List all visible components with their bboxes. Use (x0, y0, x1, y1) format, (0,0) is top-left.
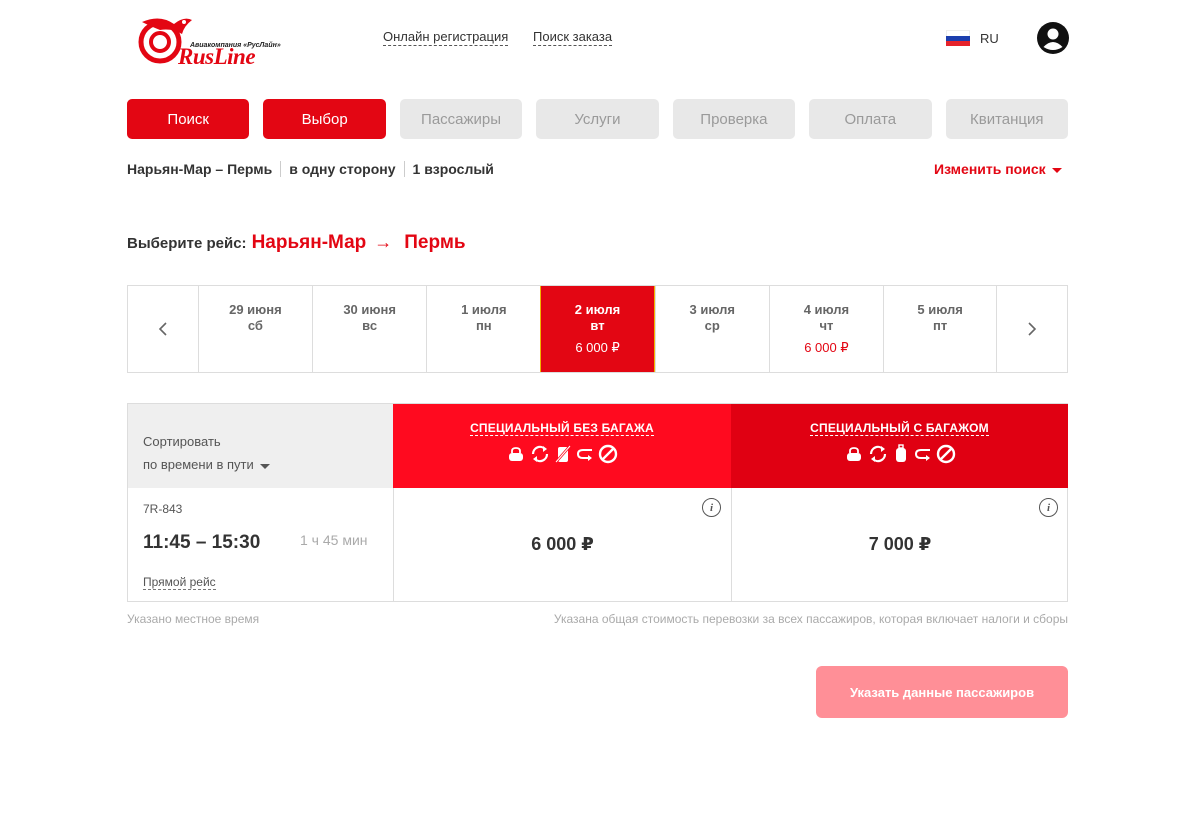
russia-flag-icon (946, 30, 970, 46)
change-search-button[interactable]: Изменить поиск (934, 161, 1062, 177)
fare-conditions (844, 444, 956, 464)
date-carousel: 29 июня сб 30 июня вс 1 июля пн 2 июля в… (127, 285, 1068, 373)
sort-panel: Сортировать по времени в пути (128, 404, 393, 488)
fare-title: СПЕЦИАЛЬНЫЙ БЕЗ БАГАЖА (470, 421, 654, 436)
step-payment[interactable]: Оплата (809, 99, 932, 139)
flight-number: 7R-843 (143, 502, 183, 516)
language-selector[interactable]: RU (946, 30, 999, 46)
prohibited-icon (598, 444, 618, 464)
enter-passenger-data-button[interactable]: Указать данные пассажиров (816, 666, 1068, 718)
fare-header-with-baggage[interactable]: СПЕЦИАЛЬНЫЙ С БАГАЖОМ (731, 404, 1068, 488)
date-option[interactable]: 29 июня сб (197, 286, 312, 372)
no-baggage-icon (555, 445, 571, 463)
date-option[interactable]: 5 июля пт (883, 286, 998, 372)
date-label: 2 июля (574, 302, 621, 317)
chevron-down-icon (259, 463, 270, 469)
change-search-label: Изменить поиск (934, 161, 1046, 177)
summary-separator (403, 161, 405, 177)
next-dates-button[interactable] (997, 286, 1067, 372)
select-flight-heading: Выберите рейс: Нарьян-Мар → Пермь (127, 232, 466, 254)
fare-amount: 6 000 ₽ (531, 534, 594, 554)
weekday-label: пт (933, 318, 948, 333)
refund-icon (914, 449, 930, 461)
logo-wordmark: RusLine (178, 44, 256, 69)
weekday-label: чт (819, 318, 834, 333)
date-option-selected[interactable]: 2 июля вт 6 000 ₽ (540, 286, 655, 372)
exchange-icon (531, 445, 549, 463)
chevron-left-icon (158, 322, 167, 336)
weekday-label: пн (475, 318, 492, 333)
step-select[interactable]: Выбор (263, 99, 386, 139)
search-summary: Нарьян-Мар – Пермь в одну сторону 1 взро… (127, 161, 494, 177)
date-price: 6 000 ₽ (575, 340, 620, 355)
flight-info: 7R-843 11:45 – 15:30 1 ч 45 мин Прямой р… (128, 488, 393, 601)
select-flight-label: Выберите рейс: (127, 235, 247, 252)
flight-times: 11:45 – 15:30 (143, 532, 261, 553)
fare-price-no-baggage[interactable]: i 6 000 ₽ (393, 488, 731, 601)
info-icon[interactable]: i (702, 498, 721, 517)
fare-title: СПЕЦИАЛЬНЫЙ С БАГАЖОМ (810, 421, 989, 436)
refund-icon (576, 449, 592, 461)
summary-trip-type: в одну сторону (289, 161, 396, 177)
hand-bag-icon (509, 447, 523, 461)
date-option[interactable]: 1 июля пн (426, 286, 540, 372)
step-passengers[interactable]: Пассажиры (399, 99, 523, 139)
step-services[interactable]: Услуги (536, 99, 659, 139)
fares-table: Сортировать по времени в пути СПЕЦИАЛЬНЫ… (127, 403, 1068, 602)
weekday-label: ср (704, 318, 720, 333)
price-note: Указана общая стоимость перевозки за все… (553, 612, 1068, 626)
hand-bag-icon (846, 447, 861, 461)
summary-passengers: 1 взрослый (412, 161, 494, 177)
booking-steps: Поиск Выбор Пассажиры Услуги Проверка Оп… (127, 99, 1068, 139)
order-search-link[interactable]: Поиск заказа (533, 29, 613, 46)
summary-route: Нарьян-Мар – Пермь (127, 161, 273, 177)
rusline-logo[interactable]: Авиакомпания «РусЛайн» RusLine (138, 12, 288, 69)
date-label: 29 июня (229, 302, 282, 317)
date-option[interactable]: 30 июня вс (312, 286, 426, 372)
step-search[interactable]: Поиск (127, 99, 250, 139)
summary-separator (280, 161, 282, 177)
sort-value: по времени в пути (143, 457, 254, 472)
local-time-note: Указано местное время (127, 612, 260, 626)
online-checkin-link[interactable]: Онлайн регистрация (383, 29, 509, 46)
baggage-icon (895, 444, 906, 462)
prohibited-icon (936, 444, 955, 464)
fare-conditions (506, 444, 618, 464)
previous-dates-button[interactable] (128, 286, 198, 372)
language-code: RU (980, 30, 999, 46)
arrow-right-icon: → (374, 232, 393, 252)
chevron-right-icon (1028, 322, 1037, 336)
fare-amount: 7 000 ₽ (868, 534, 932, 554)
weekday-label: вт (590, 318, 605, 333)
date-label: 3 июля (689, 302, 735, 317)
weekday-label: вс (362, 318, 378, 333)
date-label: 30 июня (343, 302, 396, 317)
step-review[interactable]: Проверка (672, 99, 796, 139)
date-label: 4 июля (803, 302, 850, 317)
date-option[interactable]: 4 июля чт 6 000 ₽ (768, 286, 883, 372)
step-receipt[interactable]: Квитанция (945, 99, 1068, 139)
date-option[interactable]: 3 июля ср (654, 286, 769, 372)
exchange-icon (869, 445, 886, 463)
fare-price-with-baggage[interactable]: i 7 000 ₽ (731, 488, 1068, 601)
date-label: 1 июля (461, 302, 507, 317)
user-account-icon[interactable] (1037, 22, 1069, 54)
direct-flight-link[interactable]: Прямой рейс (143, 575, 216, 590)
fare-header-no-baggage[interactable]: СПЕЦИАЛЬНЫЙ БЕЗ БАГАЖА (393, 404, 731, 488)
date-price: 6 000 ₽ (804, 340, 849, 355)
weekday-label: сб (247, 318, 263, 333)
date-label: 5 июля (917, 302, 963, 317)
chevron-down-icon (1051, 168, 1062, 173)
origin-city: Нарьян-Мар (251, 232, 367, 253)
flight-duration: 1 ч 45 мин (300, 532, 368, 548)
destination-city: Пермь (404, 232, 466, 253)
sort-dropdown[interactable]: по времени в пути (143, 457, 270, 472)
info-icon[interactable]: i (1039, 498, 1058, 517)
sort-label: Сортировать (143, 434, 221, 449)
